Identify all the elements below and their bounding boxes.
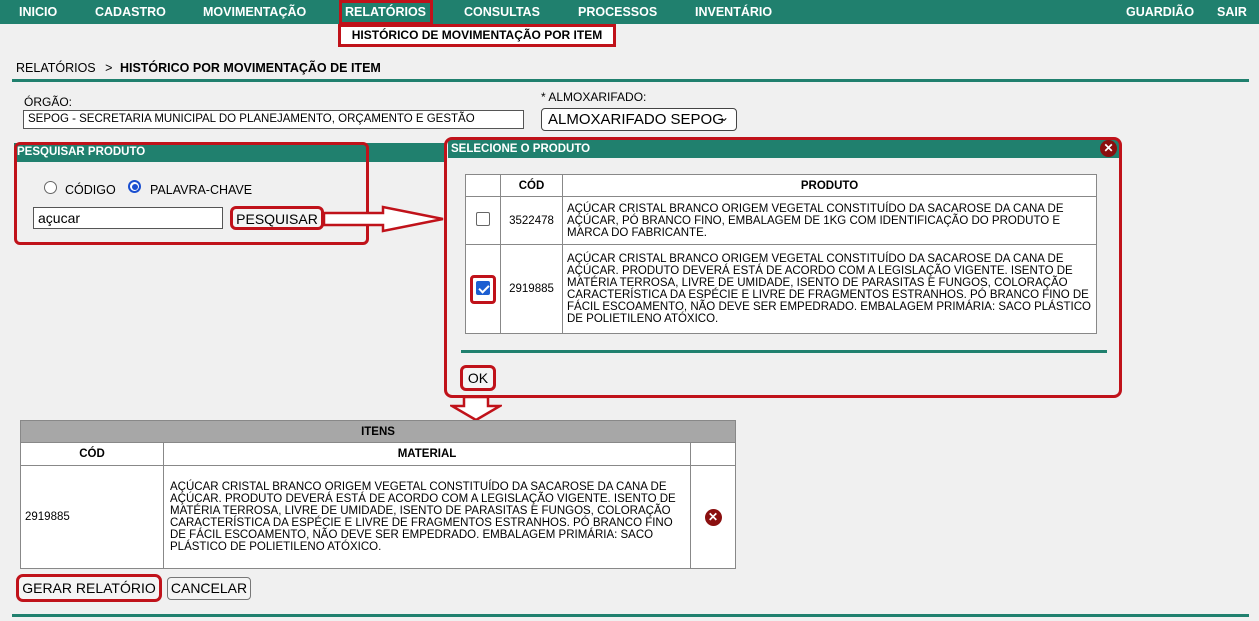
orgao-label: ÓRGÃO: [24, 95, 73, 109]
highlight-relatorios [339, 0, 433, 25]
radio-codigo-label: CÓDIGO [65, 183, 116, 197]
footer-divider [12, 614, 1249, 617]
product-col-cod: CÓD [500, 174, 563, 197]
breadcrumb-root[interactable]: RELATÓRIOS [16, 61, 96, 75]
table-row[interactable]: 2919885 AÇÚCAR CRISTAL BRANCO ORIGEM VEG… [465, 244, 1097, 334]
radio-codigo[interactable] [44, 181, 57, 194]
row-cod: 3522478 [500, 196, 563, 245]
nav-inventario[interactable]: INVENTÁRIO [695, 5, 772, 19]
breadcrumb-separator: > [105, 61, 113, 75]
product-table-header: CÓD PRODUTO [465, 174, 1097, 197]
nav-inicio[interactable]: INICIO [19, 5, 57, 19]
row-produto: AÇÚCAR CRISTAL BRANCO ORIGEM VEGETAL CON… [562, 244, 1097, 334]
pesquisar-button[interactable]: PESQUISAR [230, 206, 324, 230]
highlight-checkbox [470, 274, 496, 304]
nav-guardiao[interactable]: GUARDIÃO [1126, 5, 1194, 19]
radio-palavra-chave-label: PALAVRA-CHAVE [150, 183, 253, 197]
itens-col-action [690, 442, 736, 466]
nav-cadastro[interactable]: CADASTRO [95, 5, 166, 19]
itens-col-cod: CÓD [20, 442, 164, 466]
nav-movimentacao[interactable]: MOVIMENTAÇÃO [203, 5, 306, 19]
orgao-field[interactable]: SEPOG - SECRETARIA MUNICIPAL DO PLANEJAM… [23, 110, 524, 129]
submenu-historico[interactable]: HISTÓRICO DE MOVIMENTAÇÃO POR ITEM [338, 24, 616, 47]
top-nav: INICIO CADASTRO MOVIMENTAÇÃO RELATÓRIOS … [0, 0, 1259, 24]
arrow-down-icon [450, 396, 502, 422]
chevron-down-icon: ⌄ [718, 110, 729, 124]
breadcrumb-divider [12, 79, 1249, 82]
gerar-relatorio-button[interactable]: GERAR RELATÓRIO [16, 574, 162, 602]
itens-col-material: MATERIAL [163, 442, 691, 466]
row-select-cell [465, 196, 501, 245]
row-produto: AÇÚCAR CRISTAL BRANCO ORIGEM VEGETAL CON… [562, 196, 1097, 245]
nav-processos[interactable]: PROCESSOS [578, 5, 657, 19]
almoxarifado-select[interactable]: ALMOXARIFADO SEPOG ⌄ [541, 108, 737, 131]
itens-table: ITENS CÓD MATERIAL 2919885 AÇÚCAR CRISTA… [20, 420, 736, 569]
cancelar-button[interactable]: CANCELAR [167, 577, 251, 600]
breadcrumb: RELATÓRIOS > HISTÓRICO POR MOVIMENTAÇÃO … [16, 61, 381, 75]
modal-divider [461, 350, 1107, 353]
itens-table-header: CÓD MATERIAL [20, 442, 736, 466]
product-col-select [465, 174, 501, 197]
item-action-cell: ✕ [690, 465, 736, 569]
row-select-cell [465, 244, 501, 334]
row-checkbox[interactable] [476, 280, 490, 295]
item-material: AÇÚCAR CRISTAL BRANCO ORIGEM VEGETAL CON… [163, 465, 691, 569]
radio-palavra-chave[interactable] [128, 180, 141, 193]
search-input[interactable]: açucar [33, 207, 223, 229]
product-table: CÓD PRODUTO 3522478 AÇÚCAR CRISTAL BRANC… [465, 174, 1097, 334]
almoxarifado-label: * ALMOXARIFADO: [541, 90, 647, 104]
itens-title: ITENS [20, 420, 736, 443]
item-cod: 2919885 [20, 465, 164, 569]
remove-icon[interactable]: ✕ [704, 508, 722, 526]
nav-sair[interactable]: SAIR [1217, 5, 1247, 19]
breadcrumb-current: HISTÓRICO POR MOVIMENTAÇÃO DE ITEM [119, 61, 381, 75]
row-checkbox[interactable] [476, 212, 490, 226]
arrow-right-icon [323, 205, 444, 233]
ok-button[interactable]: OK [460, 365, 496, 391]
nav-consultas[interactable]: CONSULTAS [464, 5, 540, 19]
table-row[interactable]: 3522478 AÇÚCAR CRISTAL BRANCO ORIGEM VEG… [465, 196, 1097, 245]
table-row: 2919885 AÇÚCAR CRISTAL BRANCO ORIGEM VEG… [20, 465, 736, 569]
almoxarifado-value: ALMOXARIFADO SEPOG [548, 111, 724, 128]
row-cod: 2919885 [500, 244, 563, 334]
product-col-produto: PRODUTO [562, 174, 1097, 197]
